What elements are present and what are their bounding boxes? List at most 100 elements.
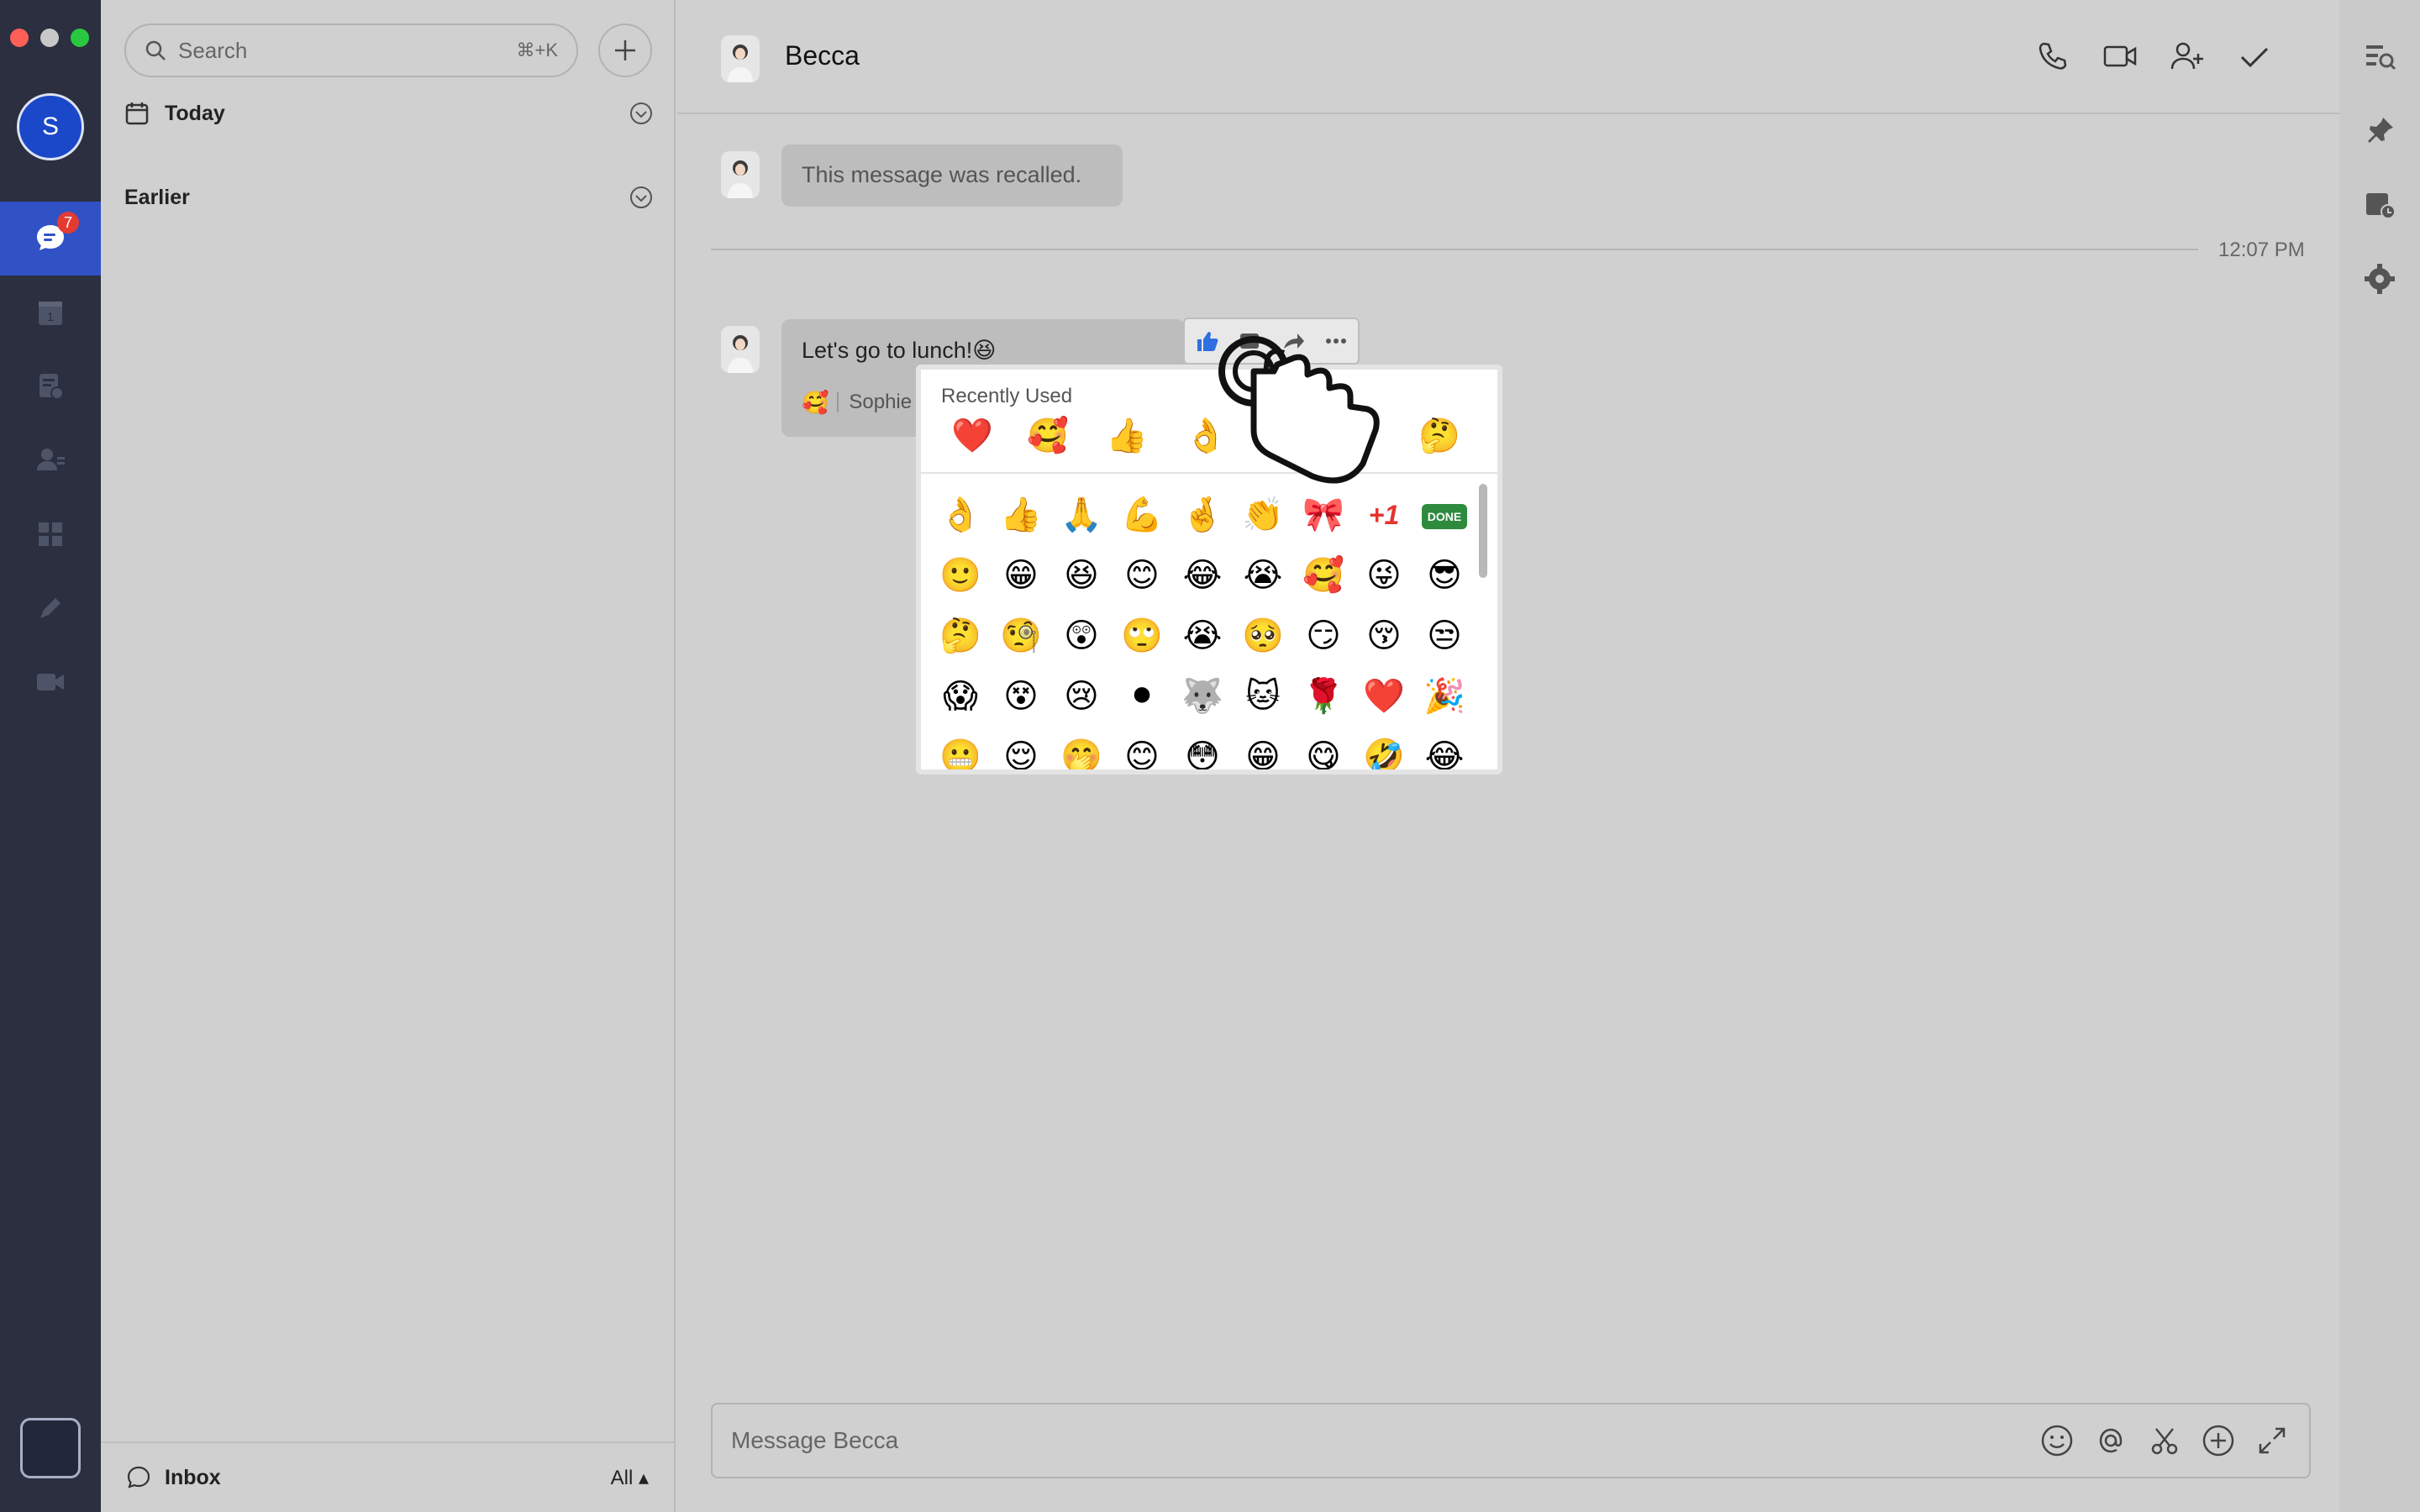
minimize-window-button[interactable] (40, 29, 59, 47)
emoji-cell[interactable]: ⚫ (1119, 674, 1165, 719)
emoji-cell[interactable]: 🙄 (1119, 613, 1165, 659)
emoji-cell[interactable]: 😬 (938, 734, 983, 769)
reply-icon[interactable] (1237, 328, 1262, 354)
sender-avatar[interactable] (721, 326, 760, 373)
emoji-cell[interactable]: 💪 (1119, 492, 1165, 538)
emoji-cell[interactable]: 🎉 (1422, 674, 1467, 719)
emoji-cell[interactable]: 😏 (1301, 613, 1346, 659)
emoji-cell[interactable]: ❤️ (1361, 674, 1407, 719)
emoji-cell[interactable]: 🤣 (1361, 734, 1407, 769)
emoji-cell[interactable]: 😢 (1059, 674, 1104, 719)
emoji-cell[interactable]: 😎 (1422, 553, 1467, 598)
recent-emoji[interactable]: ❤️ (950, 413, 995, 459)
recent-emoji[interactable]: 🥰 (1025, 413, 1071, 459)
emoji-cell[interactable]: DONE (1422, 504, 1467, 529)
emoji-cell[interactable]: 😵 (998, 674, 1044, 719)
add-person-icon[interactable] (2168, 37, 2207, 76)
search-shortcut: ⌘+K (516, 39, 558, 60)
scissors-icon[interactable] (2146, 1422, 2183, 1459)
emoji-cell[interactable]: +1 (1361, 492, 1407, 538)
emoji-cell[interactable]: 🧐 (998, 613, 1044, 659)
more-icon[interactable] (1323, 328, 1349, 354)
reaction-chip[interactable]: 🥰 Sophie (802, 385, 912, 420)
picker-scrollbar[interactable] (1479, 484, 1487, 578)
emoji-cell[interactable]: 😜 (1361, 553, 1407, 598)
rail-item-apps[interactable] (0, 497, 101, 571)
emoji-cell[interactable]: 👍 (998, 492, 1044, 538)
rail-item-tasks[interactable] (0, 571, 101, 645)
emoji-cell[interactable]: 😱 (938, 674, 983, 719)
emoji-cell[interactable]: 🐺 (1180, 674, 1225, 719)
message-actions-toolbar (1183, 318, 1360, 365)
emoji-cell[interactable]: 🥺 (1240, 613, 1286, 659)
emoji-cell[interactable]: 🐱 (1240, 674, 1286, 719)
recent-emoji[interactable]: 👍 (1104, 413, 1150, 459)
contact-avatar[interactable] (721, 35, 760, 82)
mention-icon[interactable] (2092, 1422, 2129, 1459)
chevron-down-icon[interactable] (629, 185, 654, 210)
rail-item-meetings[interactable] (0, 645, 101, 719)
emoji-cell[interactable]: 🌹 (1301, 674, 1346, 719)
video-call-icon[interactable] (2101, 37, 2139, 76)
emoji-cell[interactable]: 😲 (1059, 613, 1104, 659)
emoji-cell[interactable]: 😂 (1422, 734, 1467, 769)
emoji-cell[interactable]: 🤭 (1059, 734, 1104, 769)
reaction-user: Sophie (849, 391, 913, 413)
emoji-cell[interactable]: 😭 (1240, 553, 1286, 598)
emoji-cell[interactable]: 😊 (1119, 734, 1165, 769)
schedule-icon[interactable] (2363, 188, 2396, 222)
emoji-cell[interactable]: 😁 (1240, 734, 1286, 769)
search-history-icon[interactable] (2363, 40, 2396, 74)
inbox-filter[interactable]: All ▴ (611, 1466, 649, 1490)
emoji-cell[interactable]: 🙂 (938, 553, 983, 598)
rail-item-contacts[interactable] (0, 423, 101, 497)
emoji-cell[interactable]: 🥰 (1301, 553, 1346, 598)
emoji-cell[interactable]: 😆 (1059, 553, 1104, 598)
emoji-cell[interactable]: 👏 (1240, 492, 1286, 538)
rail-item-calendar[interactable]: 1 (0, 276, 101, 349)
emoji-cell[interactable]: 😁 (998, 553, 1044, 598)
sender-avatar[interactable] (721, 151, 760, 198)
checkmark-icon[interactable] (2235, 37, 2274, 76)
expand-icon[interactable] (2254, 1422, 2291, 1459)
add-button[interactable] (598, 24, 652, 77)
emoji-cell[interactable]: 😭 (1180, 613, 1225, 659)
forward-icon[interactable] (1281, 328, 1306, 354)
zoom-window-button[interactable] (71, 29, 89, 47)
recent-emoji[interactable]: 👌 (1183, 413, 1228, 459)
pin-icon[interactable] (2363, 114, 2396, 148)
emoji-cell[interactable]: 😳 (1180, 734, 1225, 769)
emoji-cell[interactable]: 😂 (1180, 553, 1225, 598)
close-window-button[interactable] (10, 29, 29, 47)
chevron-down-icon[interactable] (629, 101, 654, 126)
emoji-cell[interactable]: 🎀 (1301, 492, 1346, 538)
emoji-cell[interactable]: 🤞 (1180, 492, 1225, 538)
rail-item-chat[interactable]: 7 (0, 202, 101, 276)
inbox-bar[interactable]: Inbox All ▴ (101, 1441, 674, 1512)
user-avatar[interactable]: S (17, 93, 84, 160)
gear-icon[interactable] (2363, 262, 2396, 296)
section-today[interactable]: Today (124, 92, 654, 134)
emoji-cell[interactable]: 🤔 (938, 613, 983, 659)
phone-icon[interactable] (2033, 37, 2072, 76)
section-earlier[interactable]: Earlier (124, 176, 654, 218)
search-input[interactable]: Search ⌘+K (124, 24, 578, 77)
composer-input[interactable]: Message Becca (731, 1427, 2022, 1454)
notes-icon (39, 374, 64, 400)
rail-item-notes[interactable] (0, 349, 101, 423)
recalled-message[interactable]: This message was recalled. (781, 144, 1123, 207)
emoji-cell[interactable]: 😒 (1422, 613, 1467, 659)
emoji-cell[interactable]: 😌 (998, 734, 1044, 769)
emoji-cell[interactable]: 😊 (1119, 553, 1165, 598)
emoji-cell[interactable]: 😋 (1301, 734, 1346, 769)
emoji-cell[interactable]: 👌 (938, 492, 983, 538)
workspace-switcher[interactable] (20, 1418, 81, 1478)
recent-emoji[interactable]: 🤔 (1417, 413, 1462, 459)
emoji-cell[interactable]: 🙏 (1059, 492, 1104, 538)
emoji-icon[interactable] (2039, 1422, 2075, 1459)
thumbs-up-icon[interactable] (1194, 328, 1219, 354)
plus-circle-icon[interactable] (2200, 1422, 2237, 1459)
message-composer[interactable]: Message Becca (711, 1403, 2311, 1478)
emoji-cell[interactable]: 😚 (1361, 613, 1407, 659)
recent-emoji[interactable]: 🌹 (1262, 413, 1307, 459)
